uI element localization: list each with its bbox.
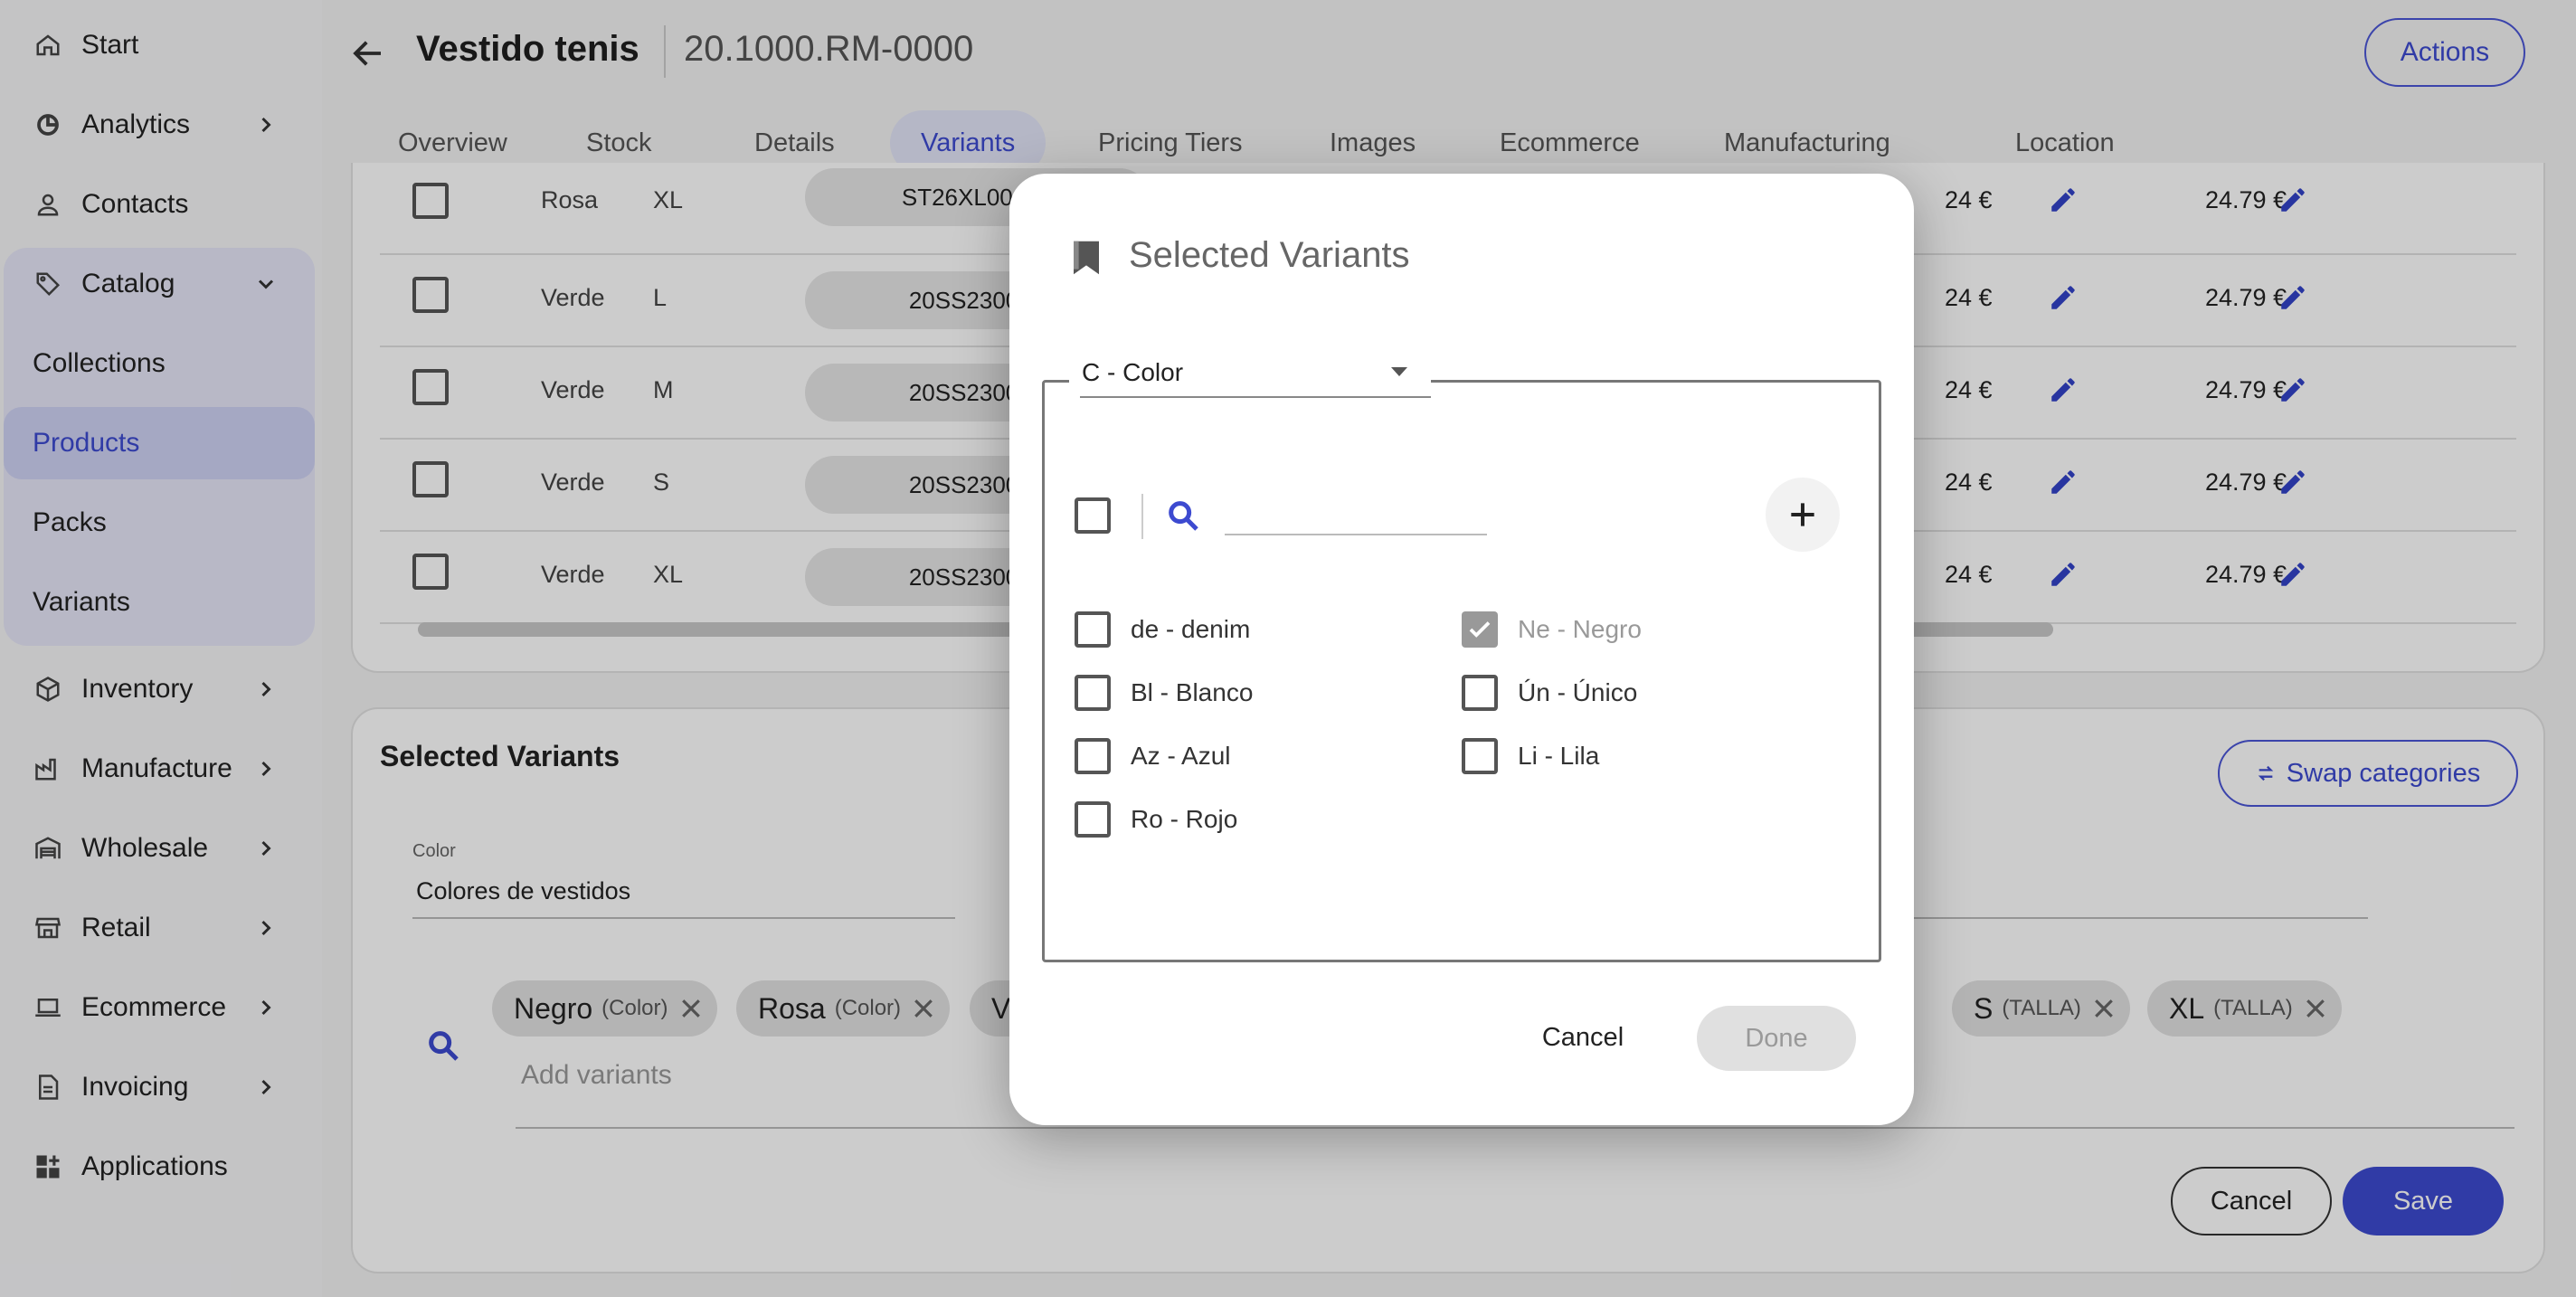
option-label: Ún - Único xyxy=(1518,678,1638,706)
category-select-value: C - Color xyxy=(1082,358,1184,386)
option-label: Az - Azul xyxy=(1131,742,1231,770)
checkbox[interactable] xyxy=(1075,675,1111,711)
option-checkbox[interactable]: Bl - Blanco xyxy=(1075,673,1253,713)
option-label: Li - Lila xyxy=(1518,742,1600,770)
option-label: de - denim xyxy=(1131,615,1251,643)
category-select[interactable]: C - Color xyxy=(1069,351,1431,398)
option-checkbox[interactable]: Ro - Rojo xyxy=(1075,800,1237,839)
check-icon xyxy=(1469,621,1491,638)
bookmark-icon xyxy=(1071,239,1102,277)
select-all-checkbox[interactable] xyxy=(1075,497,1111,534)
option-checkbox[interactable]: Az - Azul xyxy=(1075,736,1230,776)
checkbox[interactable] xyxy=(1075,738,1111,774)
checkbox-checked xyxy=(1462,611,1498,648)
checkbox[interactable] xyxy=(1075,611,1111,648)
dropdown-caret-icon xyxy=(1389,365,1409,378)
option-checkbox-disabled: Ne - Negro xyxy=(1462,610,1642,649)
checkbox[interactable] xyxy=(1462,675,1498,711)
dialog-cancel-button[interactable]: Cancel xyxy=(1511,1004,1655,1071)
option-label: Bl - Blanco xyxy=(1131,678,1254,706)
checkbox[interactable] xyxy=(1075,801,1111,838)
selected-variants-dialog: Selected Variants C - Color de - denim B… xyxy=(1009,174,1914,1125)
search-divider xyxy=(1141,494,1143,539)
option-checkbox[interactable]: Ún - Único xyxy=(1462,673,1637,713)
checkbox[interactable] xyxy=(1462,738,1498,774)
option-checkbox[interactable]: Li - Lila xyxy=(1462,736,1599,776)
category-fieldset xyxy=(1042,380,1881,962)
search-input[interactable] xyxy=(1225,492,1487,535)
option-label: Ne - Negro xyxy=(1518,615,1642,643)
plus-icon xyxy=(1791,503,1814,526)
dialog-title: Selected Variants xyxy=(1129,235,1410,275)
option-label: Ro - Rojo xyxy=(1131,805,1238,833)
option-checkbox[interactable]: de - denim xyxy=(1075,610,1250,649)
dialog-done-button[interactable]: Done xyxy=(1697,1006,1856,1071)
add-option-button[interactable] xyxy=(1766,478,1840,552)
search-icon xyxy=(1165,497,1201,534)
select-underline xyxy=(1080,396,1431,398)
